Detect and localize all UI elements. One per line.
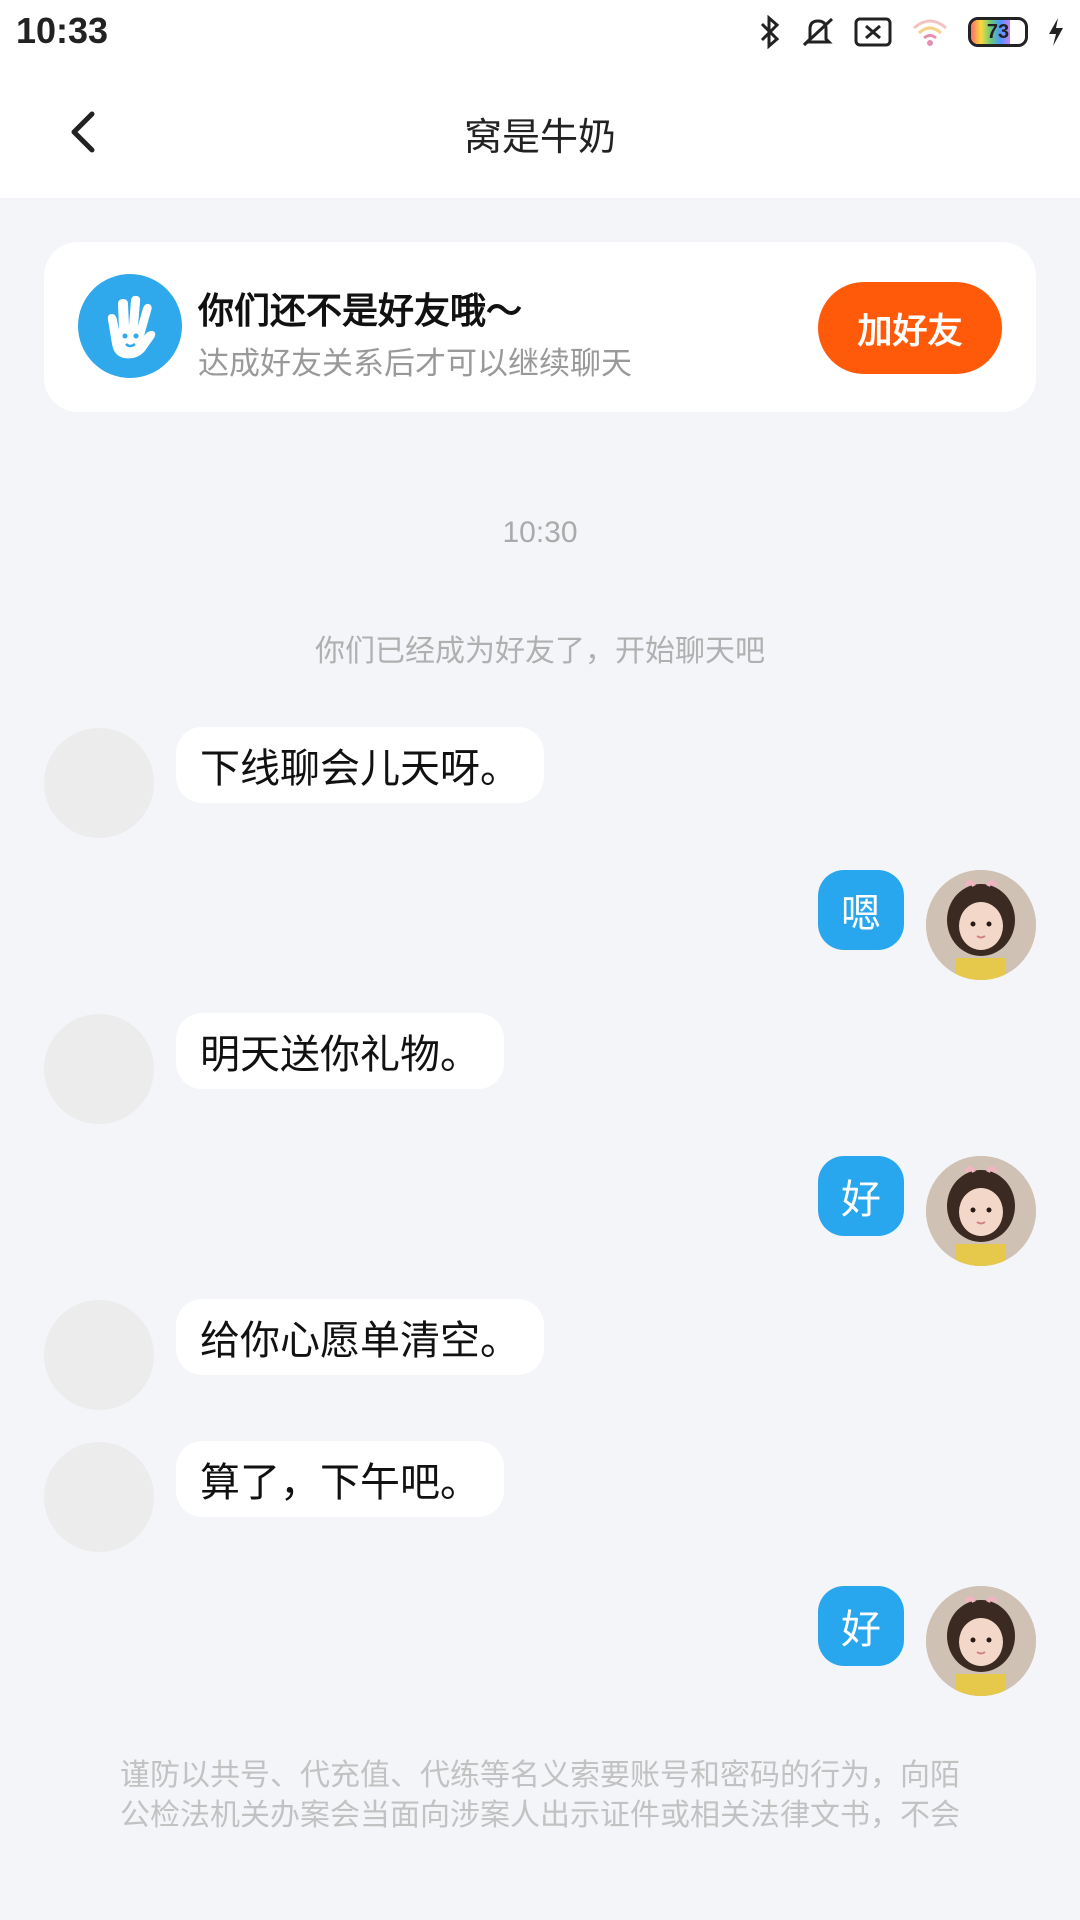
contact-avatar[interactable]	[44, 1014, 154, 1124]
message-bubble-incoming[interactable]: 下线聊会儿天呀。	[176, 727, 544, 803]
card-subtitle: 达成好友关系后才可以继续聊天	[198, 346, 632, 382]
system-message: 你们已经成为好友了，开始聊天吧	[315, 634, 765, 669]
page-title: 窝是牛奶	[463, 115, 616, 159]
user-photo	[926, 1586, 1036, 1696]
disclaimer-line: 谨防以共号、代充值、代练等名义索要账号和密码的行为，向陌	[120, 1758, 960, 1793]
contact-avatar[interactable]	[44, 728, 154, 838]
battery-indicator: 73	[968, 17, 1028, 47]
safety-disclaimer: 谨防以共号、代充值、代练等名义索要账号和密码的行为，向陌 公检法机关办案会当面向…	[70, 1756, 1010, 1836]
bluetooth-icon	[760, 15, 780, 49]
message-bubble-incoming[interactable]: 算了，下午吧。	[176, 1441, 504, 1517]
status-icons: 73	[758, 12, 1066, 52]
user-avatar[interactable]	[926, 1156, 1036, 1266]
user-avatar[interactable]	[926, 1586, 1036, 1696]
status-time: 10:33	[16, 10, 109, 51]
card-title: 你们还不是好友哦～	[198, 291, 523, 332]
user-photo	[926, 870, 1036, 980]
message-bubble-outgoing[interactable]: 好	[818, 1156, 904, 1236]
wifi-icon	[913, 19, 947, 46]
message-bubble-incoming[interactable]: 明天送你礼物。	[176, 1013, 504, 1089]
message-bubble-incoming[interactable]: 给你心愿单清空。	[176, 1299, 544, 1375]
contact-avatar[interactable]	[44, 1300, 154, 1410]
message-bubble-outgoing[interactable]: 好	[818, 1586, 904, 1666]
message-bubble-outgoing[interactable]: 嗯	[818, 870, 904, 950]
contact-avatar[interactable]	[44, 1442, 154, 1552]
chat-header: 窝是牛奶	[0, 66, 1080, 198]
battery-level: 73	[986, 20, 1010, 43]
mute-bell-icon	[802, 17, 834, 47]
user-avatar[interactable]	[926, 870, 1036, 980]
user-photo	[926, 1156, 1036, 1266]
status-bar: 10:33 73	[0, 0, 1080, 66]
charging-icon	[1049, 18, 1063, 46]
disclaimer-line: 公检法机关办案会当面向涉案人出示证件或相关法律文书，不会	[120, 1798, 960, 1833]
add-friend-button[interactable]: 加好友	[818, 282, 1002, 374]
sim-off-icon	[854, 17, 892, 47]
friend-notice-card: 你们还不是好友哦～ 达成好友关系后才可以继续聊天 加好友	[44, 242, 1036, 412]
wave-hand-icon	[78, 274, 182, 378]
message-timestamp: 10:30	[502, 516, 578, 549]
